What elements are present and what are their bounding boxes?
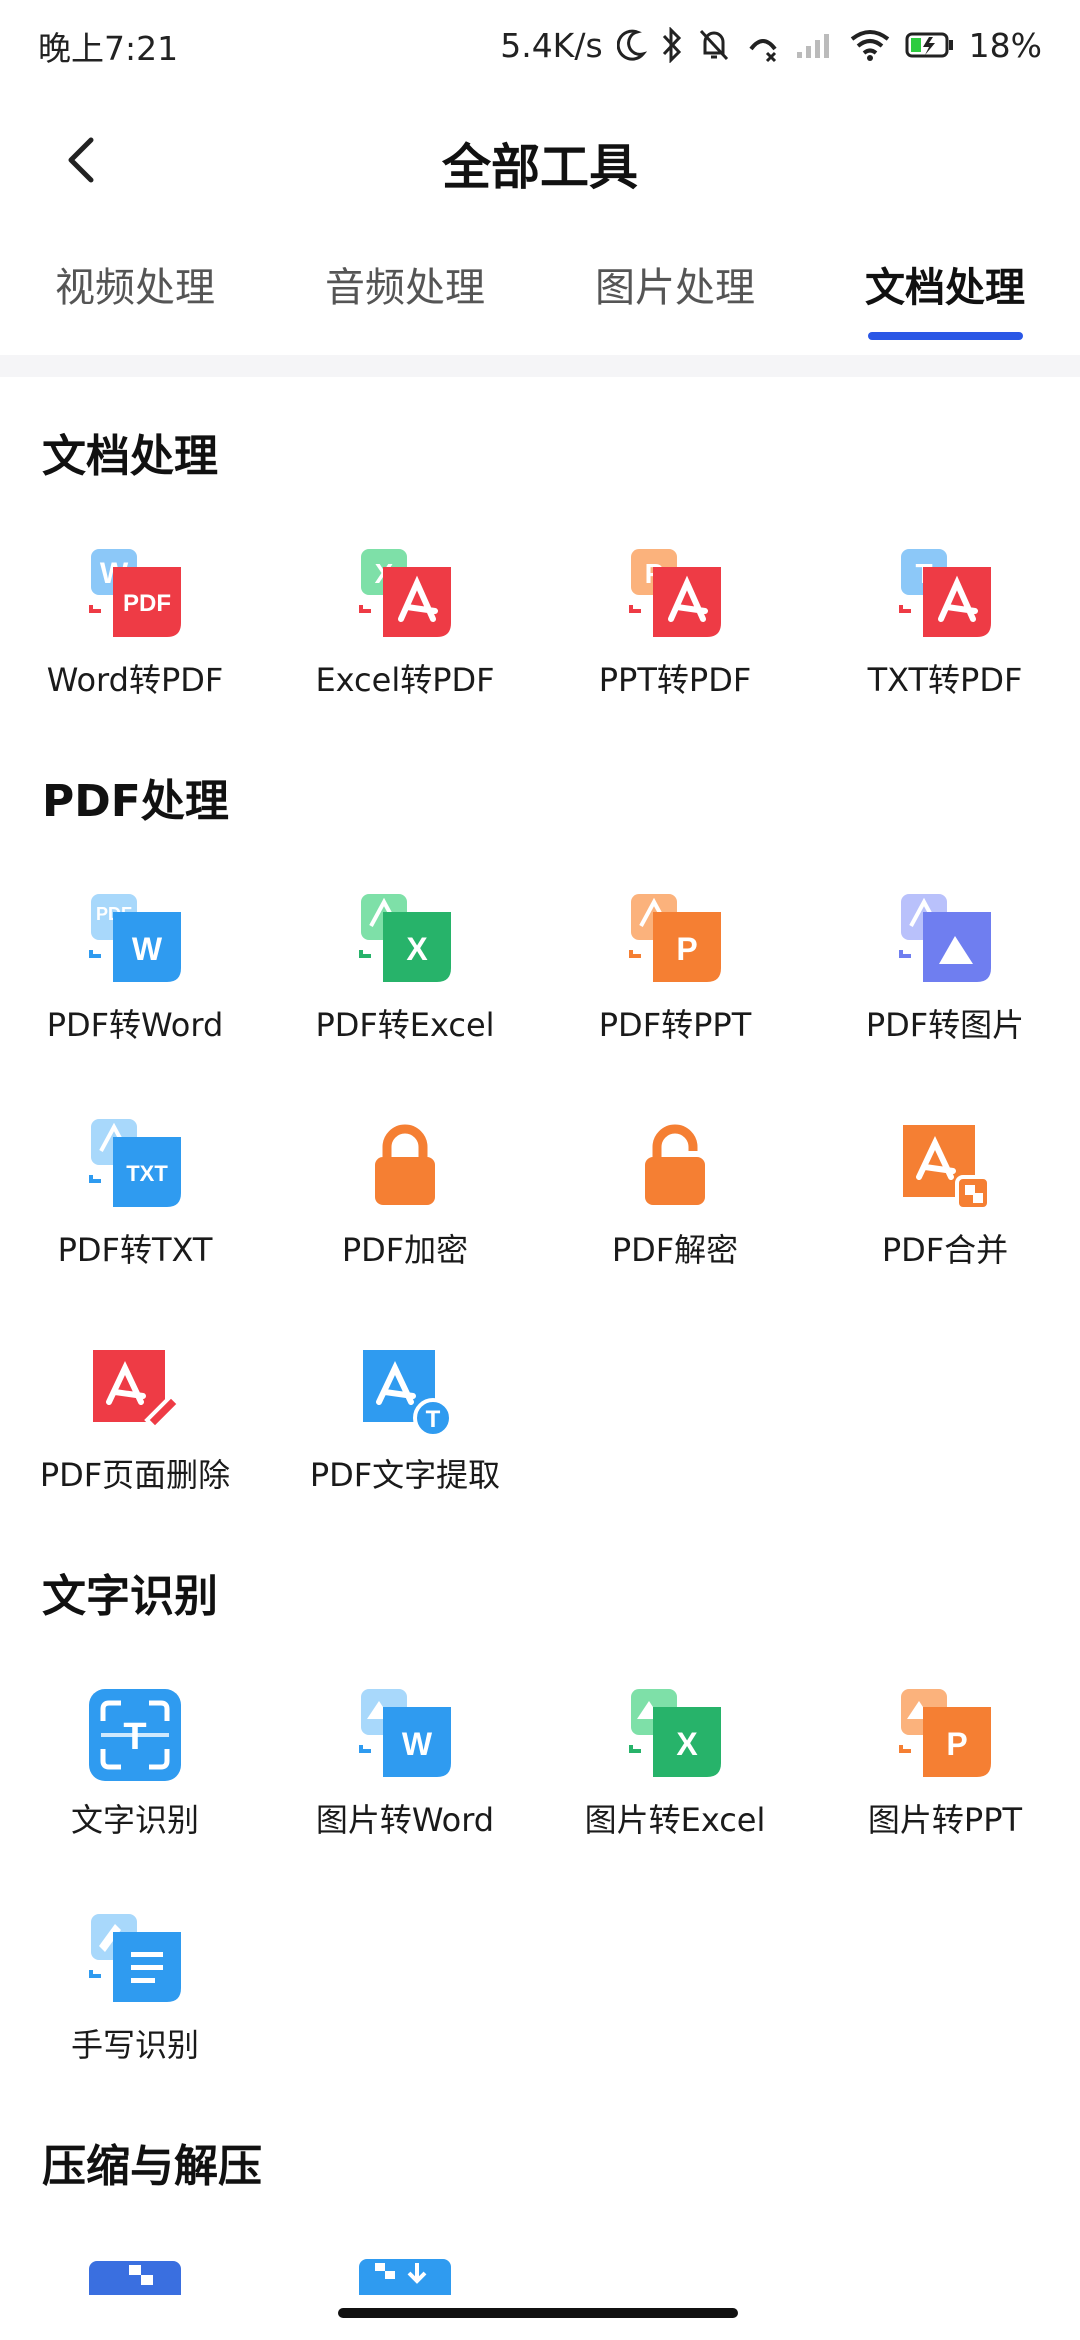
- txt-to-pdf-icon: T: [899, 549, 991, 637]
- compress-icon: [89, 2261, 181, 2295]
- battery-level: 18%: [968, 25, 1042, 65]
- tool-image-to-word[interactable]: W 图片转Word: [270, 1685, 540, 1841]
- image-to-word-icon: W: [359, 1689, 451, 1777]
- handwriting-icon: [89, 1914, 181, 2002]
- net-speed: 5.4K/s: [500, 25, 603, 65]
- tool-ppt-to-pdf[interactable]: P PPT转PDF: [540, 545, 810, 701]
- image-to-ppt-icon: P: [899, 1689, 991, 1777]
- tool-label: PDF页面删除: [39, 1456, 231, 1494]
- moon-icon: [616, 29, 647, 61]
- tool-label: PDF解密: [611, 1231, 739, 1269]
- tool-label: TXT转PDF: [867, 661, 1023, 699]
- tool-pdf-text-extract[interactable]: T PDF文字提取: [270, 1340, 540, 1496]
- word-to-pdf-icon: W PDF: [89, 549, 181, 637]
- tool-pdf-page-delete[interactable]: PDF页面删除: [0, 1340, 270, 1496]
- tool-pdf-to-txt[interactable]: TXT PDF转TXT: [0, 1115, 270, 1271]
- page-title: 全部工具: [441, 139, 638, 196]
- tool-label: PDF加密: [341, 1231, 469, 1269]
- section-title-ocr: 文字识别: [42, 1571, 218, 1622]
- tool-pdf-to-word[interactable]: PDF W PDF转Word: [0, 890, 270, 1046]
- tab-audio[interactable]: 音频处理: [295, 255, 515, 313]
- tool-label: PDF转TXT: [57, 1231, 213, 1269]
- active-tab-indicator: [868, 332, 1023, 340]
- section-title-compress: 压缩与解压: [42, 2141, 262, 2192]
- svg-text:X: X: [406, 931, 428, 967]
- svg-text:TXT: TXT: [126, 1161, 168, 1186]
- status-bar: 晚上7:21 5.4K/s 18%: [0, 0, 1080, 90]
- tool-text-recognition[interactable]: T 文字识别: [0, 1685, 270, 1841]
- pdf-to-txt-icon: TXT: [89, 1119, 181, 1207]
- svg-text:PDF: PDF: [123, 590, 171, 617]
- svg-text:T: T: [426, 1406, 441, 1433]
- tool-txt-to-pdf[interactable]: T TXT转PDF: [810, 545, 1080, 701]
- bell-off-icon: [699, 29, 728, 61]
- divider: [0, 355, 1080, 377]
- pdf-page-delete-icon: [93, 1350, 182, 1431]
- bluetooth-icon: [662, 27, 681, 63]
- svg-text:X: X: [676, 1726, 698, 1762]
- tool-label: Word转PDF: [46, 661, 224, 699]
- tool-label: PDF文字提取: [309, 1456, 501, 1494]
- section-title-document: 文档处理: [42, 431, 218, 482]
- ppt-to-pdf-icon: P: [629, 549, 721, 637]
- svg-text:W: W: [132, 931, 163, 967]
- svg-text:P: P: [946, 1726, 967, 1762]
- text-scan-icon: T: [89, 1689, 181, 1781]
- pdf-merge-icon: [903, 1125, 991, 1211]
- tab-video[interactable]: 视频处理: [25, 255, 245, 313]
- tab-image[interactable]: 图片处理: [565, 255, 785, 313]
- tab-document[interactable]: 文档处理: [835, 255, 1055, 313]
- tool-pdf-encrypt[interactable]: PDF加密: [270, 1115, 540, 1271]
- section-title-pdf: PDF处理: [42, 776, 229, 827]
- tool-pdf-to-excel[interactable]: X PDF转Excel: [270, 890, 540, 1046]
- status-time: 晚上7:21: [38, 29, 179, 68]
- decompress-icon: [359, 2259, 451, 2295]
- tool-excel-to-pdf[interactable]: X Excel转PDF: [270, 545, 540, 701]
- svg-text:T: T: [123, 1716, 146, 1758]
- tool-pdf-to-image[interactable]: PDF转图片: [810, 890, 1080, 1046]
- tool-label: 手写识别: [70, 2026, 199, 2064]
- tool-compress-partial[interactable]: [0, 2255, 270, 2295]
- pdf-text-extract-icon: T: [363, 1350, 453, 1438]
- tool-pdf-decrypt[interactable]: PDF解密: [540, 1115, 810, 1271]
- tool-image-to-excel[interactable]: X 图片转Excel: [540, 1685, 810, 1841]
- tool-label: 图片转Excel: [584, 1801, 766, 1839]
- tool-label: 文字识别: [70, 1801, 199, 1839]
- image-to-excel-icon: X: [629, 1689, 721, 1777]
- tool-word-to-pdf[interactable]: W PDF Word转PDF: [0, 545, 270, 701]
- svg-text:W: W: [402, 1726, 433, 1762]
- tool-label: PDF转PPT: [598, 1006, 752, 1044]
- pdf-to-ppt-icon: P: [629, 894, 721, 982]
- svg-text:P: P: [676, 931, 697, 967]
- tool-pdf-to-ppt[interactable]: P PDF转PPT: [540, 890, 810, 1046]
- lock-icon: [375, 1124, 435, 1205]
- tool-label: 图片转PPT: [867, 1801, 1023, 1839]
- tool-label: PPT转PDF: [598, 661, 752, 699]
- tool-label: 图片转Word: [315, 1801, 495, 1839]
- tool-pdf-merge[interactable]: PDF合并: [810, 1115, 1080, 1271]
- tool-image-to-ppt[interactable]: P 图片转PPT: [810, 1685, 1080, 1841]
- tool-label: PDF合并: [881, 1231, 1009, 1269]
- cellular-signal-icon: [796, 34, 829, 58]
- tool-label: PDF转图片: [865, 1006, 1025, 1044]
- pdf-to-excel-icon: X: [359, 894, 451, 982]
- status-icons: 5.4K/s 18%: [500, 20, 1042, 70]
- tool-handwriting-recognition[interactable]: 手写识别: [0, 1910, 270, 2066]
- wifi-icon: [850, 30, 889, 61]
- tool-decompress-partial[interactable]: [270, 2255, 540, 2295]
- pdf-to-image-icon: [899, 894, 991, 982]
- tool-label: Excel转PDF: [315, 661, 495, 699]
- home-indicator[interactable]: [338, 2308, 738, 2318]
- call-forward-icon: [749, 39, 777, 63]
- battery-icon: [905, 32, 953, 58]
- pdf-to-word-icon: PDF W: [89, 894, 181, 982]
- app-header: 全部工具: [0, 110, 1080, 210]
- unlock-icon: [645, 1124, 705, 1205]
- excel-to-pdf-icon: X: [359, 549, 451, 637]
- tool-label: PDF转Excel: [315, 1006, 495, 1044]
- tool-label: PDF转Word: [46, 1006, 224, 1044]
